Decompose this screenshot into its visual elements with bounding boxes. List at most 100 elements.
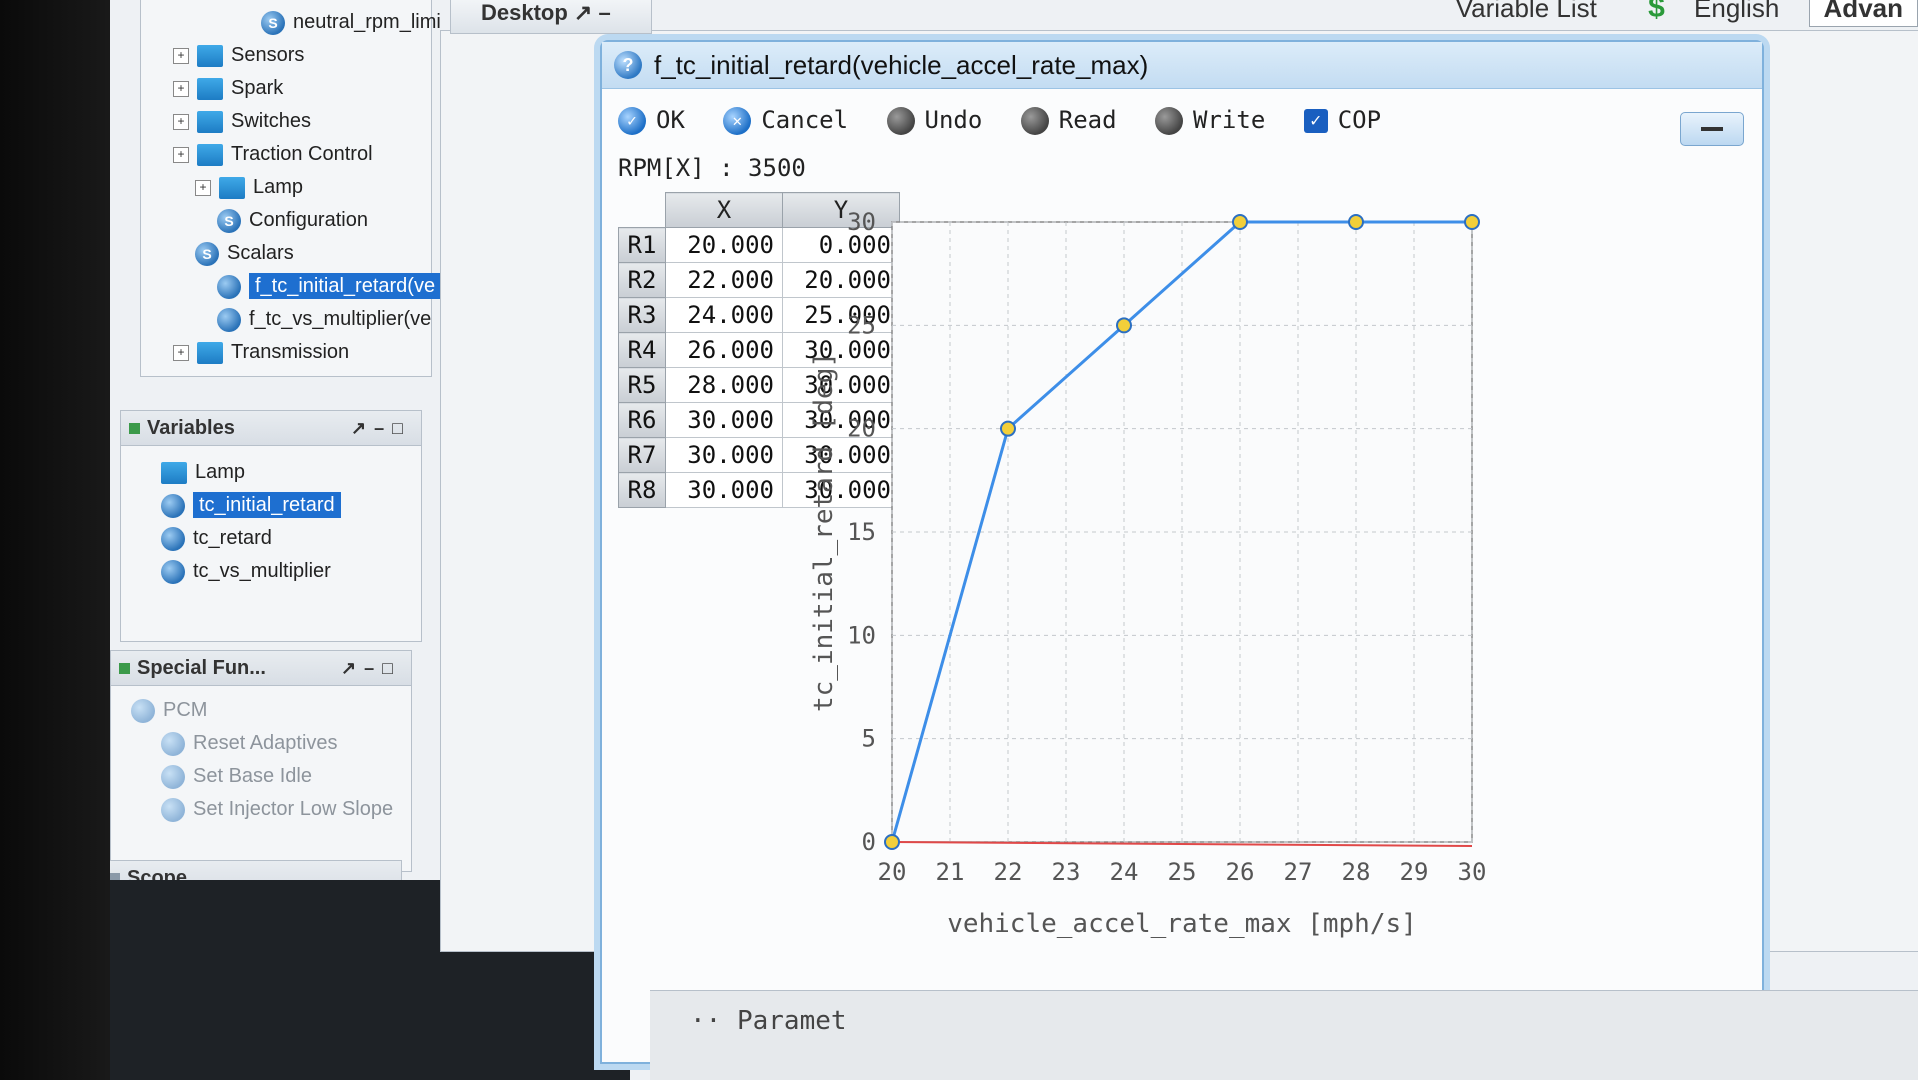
y-tick-label: 5	[862, 725, 876, 753]
tab-desktop-label: Desktop	[481, 0, 568, 25]
tree-item-label: Scalars	[227, 242, 294, 264]
data-point[interactable]	[1464, 214, 1480, 230]
x-cell[interactable]: 30.000	[665, 402, 783, 438]
row-header[interactable]: R6	[618, 402, 666, 438]
special-functions-title-label: Special Fun...	[137, 657, 266, 679]
tree-item-label: Sensors	[231, 44, 305, 66]
variable-icon	[161, 493, 185, 518]
data-point[interactable]	[884, 834, 900, 850]
scalar-icon: S	[261, 10, 285, 35]
panel-icon	[129, 423, 140, 434]
row-header[interactable]: R3	[618, 297, 666, 333]
special-group-pcm[interactable]: PCM	[131, 694, 411, 727]
expand-icon[interactable]: +	[173, 80, 189, 97]
expand-icon[interactable]: +	[173, 146, 189, 163]
parameters-bar: ·· Paramet	[650, 990, 1918, 1080]
data-point[interactable]	[1000, 420, 1016, 437]
tree-item[interactable]: Sneutral_rpm_limi	[141, 6, 441, 39]
advanced-button[interactable]: Advan	[1808, 0, 1918, 27]
ok-button[interactable]: ✓ OK	[618, 90, 685, 150]
x-cell[interactable]: 20.000	[665, 227, 783, 263]
calibration-tree-panel: Sneutral_rpm_limi + Sensors + Spark + Switches…	[140, 0, 442, 377]
cop-label: COP	[1337, 106, 1382, 134]
tree-item-label: f_tc_initial_retard(ve	[249, 273, 442, 299]
read-button[interactable]: Read	[1020, 90, 1117, 150]
tree-item[interactable]: + Sensors	[141, 39, 431, 72]
language-selector[interactable]: $ English	[1626, 0, 1779, 25]
variables-title: Variables ↗–□	[121, 411, 421, 446]
tree-item[interactable]: f_tc_initial_retard(ve	[141, 270, 442, 303]
data-point[interactable]	[1232, 214, 1248, 230]
column-header-x[interactable]: X	[665, 192, 783, 228]
x-cell[interactable]: 22.000	[665, 262, 783, 298]
variable-item[interactable]: tc_initial_retard	[161, 489, 421, 522]
special-function-item[interactable]: Set Base Idle	[131, 760, 411, 793]
minimize-button[interactable]	[1680, 112, 1744, 146]
special-function-item[interactable]: Reset Adaptives	[131, 727, 411, 760]
variable-label: Lamp	[195, 461, 246, 483]
expand-icon[interactable]: +	[173, 47, 189, 64]
x-cell[interactable]: 26.000	[665, 332, 783, 368]
expand-icon[interactable]: +	[195, 179, 211, 196]
variable-list-button[interactable]: Variable List	[1456, 0, 1597, 24]
special-function-item[interactable]: Set Injector Low Slope	[131, 793, 411, 826]
tree-item[interactable]: + Spark	[141, 72, 431, 105]
data-point[interactable]	[1348, 214, 1364, 230]
language-icon: $	[1648, 0, 1665, 24]
tree-item[interactable]: f_tc_vs_multiplier(ve	[141, 303, 431, 336]
cop-checkbox[interactable]: ✓ COP	[1303, 90, 1382, 150]
row-header[interactable]: R4	[618, 332, 666, 368]
dialog-titlebar[interactable]: ? f_tc_initial_retard(vehicle_accel_rate…	[602, 42, 1762, 89]
panel-window-controls[interactable]: ↗–□	[341, 651, 401, 685]
x-cell[interactable]: 24.000	[665, 297, 783, 333]
variable-icon	[161, 559, 185, 584]
tree-item-label: Traction Control	[231, 143, 373, 165]
folder-icon	[197, 110, 223, 133]
x-tick-label: 22	[994, 858, 1023, 886]
folder-icon	[197, 341, 223, 364]
variables-list: Lamp tc_initial_retard tc_retard tc_vs_mult…	[121, 446, 421, 588]
tree-item-label: Spark	[231, 77, 284, 99]
x-cell[interactable]: 30.000	[665, 437, 783, 473]
tab-desktop[interactable]: Desktop ↗ –	[450, 0, 652, 34]
tree-item-label: f_tc_vs_multiplier(ve	[249, 308, 432, 330]
x-tick-label: 21	[936, 858, 965, 886]
row-header[interactable]: R7	[618, 437, 666, 473]
tree-item[interactable]: + Transmission	[141, 336, 431, 369]
special-function-label: PCM	[163, 699, 208, 721]
x-cell[interactable]: 28.000	[665, 367, 783, 403]
write-button[interactable]: Write	[1155, 90, 1265, 150]
tree-item[interactable]: + Lamp	[141, 171, 431, 204]
x-tick-label: 26	[1226, 858, 1255, 886]
cancel-button[interactable]: ✕ Cancel	[723, 90, 848, 150]
row-header[interactable]: R5	[618, 367, 666, 403]
check-icon: ✓	[618, 107, 646, 135]
folder-icon	[197, 77, 223, 100]
y-tick-label: 20	[847, 415, 876, 443]
panel-window-controls[interactable]: ↗–□	[351, 411, 411, 445]
write-label: Write	[1193, 106, 1266, 134]
tree-item[interactable]: S Scalars	[141, 237, 431, 270]
expand-icon[interactable]: +	[173, 344, 189, 361]
row-header[interactable]: R1	[618, 227, 666, 263]
tree-item-label: Transmission	[231, 341, 350, 363]
expand-icon[interactable]: +	[173, 113, 189, 130]
data-point[interactable]	[1116, 317, 1132, 334]
variable-icon	[161, 526, 185, 551]
variable-item[interactable]: Lamp	[161, 456, 421, 489]
row-header[interactable]: R2	[618, 262, 666, 298]
variable-item[interactable]: tc_vs_multiplier	[161, 555, 421, 588]
function-icon	[161, 731, 185, 756]
special-function-label: Set Base Idle	[193, 765, 312, 787]
tree-item[interactable]: + Switches	[141, 105, 431, 138]
row-header[interactable]: R8	[618, 472, 666, 508]
tree-item[interactable]: + Traction Control	[141, 138, 431, 171]
tree-item[interactable]: S Configuration	[141, 204, 431, 237]
folder-icon	[197, 143, 223, 166]
corner-header	[619, 193, 666, 228]
x-tick-label: 30	[1458, 858, 1487, 886]
x-cell[interactable]: 30.000	[665, 472, 783, 508]
variable-item[interactable]: tc_retard	[161, 522, 421, 555]
pcm-icon	[131, 698, 155, 723]
undo-button[interactable]: Undo	[886, 90, 982, 150]
